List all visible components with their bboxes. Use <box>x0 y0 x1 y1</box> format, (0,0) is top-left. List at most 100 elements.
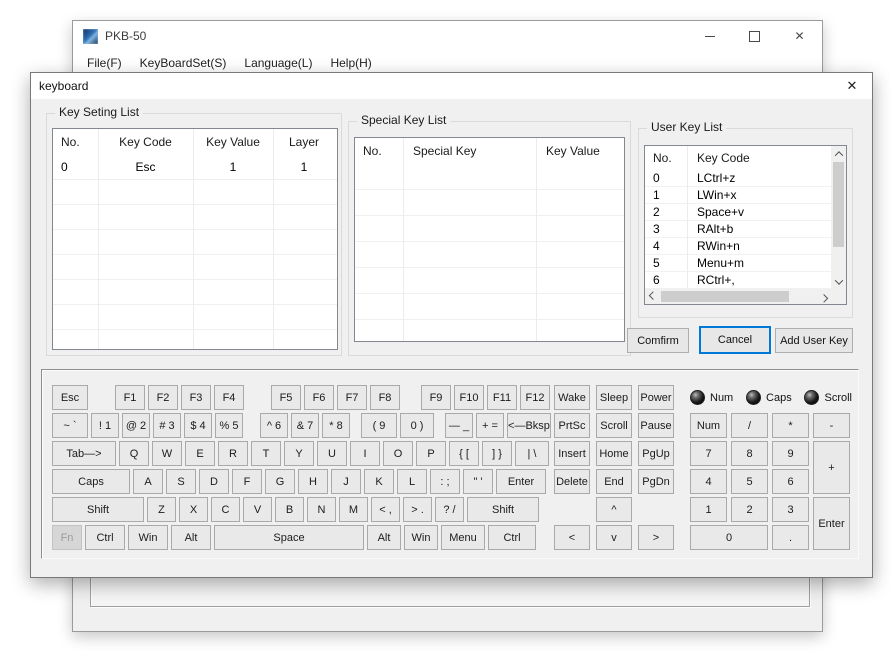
key-f4[interactable]: F4 <box>214 385 244 410</box>
key-np-6[interactable]: 6 <box>772 469 809 494</box>
key-f12[interactable]: F12 <box>520 385 550 410</box>
key-f9[interactable]: F9 <box>421 385 451 410</box>
key-f6[interactable]: F6 <box>304 385 334 410</box>
minimize-button[interactable] <box>687 21 732 51</box>
key-np-2[interactable]: 2 <box>731 497 768 522</box>
key-tab[interactable]: Tab—> <box>52 441 116 466</box>
key-2[interactable]: @ 2 <box>122 413 150 438</box>
list-item[interactable]: 1LWin+x <box>645 187 831 204</box>
menu-keyboardset[interactable]: KeyBoardSet(S) <box>131 56 236 70</box>
key-7[interactable]: & 7 <box>291 413 319 438</box>
key-k[interactable]: K <box>364 469 394 494</box>
maximize-button[interactable] <box>732 21 777 51</box>
key-np-add[interactable]: + <box>813 441 850 494</box>
key-pgup[interactable]: PgUp <box>638 441 674 466</box>
key-capslock[interactable]: Caps <box>52 469 130 494</box>
key-s[interactable]: S <box>166 469 196 494</box>
key-quote[interactable]: " ' <box>463 469 493 494</box>
close-button[interactable]: ✕ <box>777 21 822 51</box>
key-fn[interactable]: Fn <box>52 525 82 550</box>
key-lalt[interactable]: Alt <box>171 525 211 550</box>
key-lctrl[interactable]: Ctrl <box>85 525 125 550</box>
key-c[interactable]: C <box>211 497 240 522</box>
key-np-9[interactable]: 9 <box>772 441 809 466</box>
key-np-subtract[interactable]: - <box>813 413 850 438</box>
key-q[interactable]: Q <box>119 441 149 466</box>
key-np-1[interactable]: 1 <box>690 497 727 522</box>
key-power[interactable]: Power <box>638 385 674 410</box>
key-home[interactable]: Home <box>596 441 632 466</box>
key-e[interactable]: E <box>185 441 215 466</box>
key-g[interactable]: G <box>265 469 295 494</box>
scrollbar-thumb[interactable] <box>833 162 844 247</box>
key-np-0[interactable]: 0 <box>690 525 768 550</box>
key-6[interactable]: ^ 6 <box>260 413 288 438</box>
key-numlock[interactable]: Num <box>690 413 727 438</box>
key-f1[interactable]: F1 <box>115 385 145 410</box>
list-item[interactable]: 4RWin+n <box>645 238 831 255</box>
key-period[interactable]: > . <box>403 497 432 522</box>
horizontal-scrollbar[interactable] <box>645 289 831 304</box>
column-header-no[interactable]: No. <box>645 151 687 165</box>
column-header-layer[interactable]: Layer <box>273 135 335 149</box>
list-item[interactable]: 0LCtrl+z <box>645 170 831 187</box>
table-row[interactable]: 0 Esc 1 1 <box>53 155 337 180</box>
key-prtsc[interactable]: PrtSc <box>554 413 590 438</box>
key-np-multiply[interactable]: * <box>772 413 809 438</box>
key-backslash[interactable]: | \ <box>515 441 549 466</box>
key-f5[interactable]: F5 <box>271 385 301 410</box>
key-np-8[interactable]: 8 <box>731 441 768 466</box>
key-wake[interactable]: Wake <box>554 385 590 410</box>
key-np-4[interactable]: 4 <box>690 469 727 494</box>
scrollbar-thumb[interactable] <box>661 291 789 302</box>
key-insert[interactable]: Insert <box>554 441 590 466</box>
key-l[interactable]: L <box>397 469 427 494</box>
special-key-table[interactable]: No. Special Key Key Value <box>354 137 625 342</box>
menu-language[interactable]: Language(L) <box>235 56 321 70</box>
column-header-keyvalue[interactable]: Key Value <box>193 135 273 149</box>
key-arrow-left[interactable]: < <box>554 525 590 550</box>
key-rbracket[interactable]: ] } <box>482 441 512 466</box>
key-rwin[interactable]: Win <box>404 525 438 550</box>
key-lbracket[interactable]: { [ <box>449 441 479 466</box>
key-rctrl[interactable]: Ctrl <box>488 525 536 550</box>
key-x[interactable]: X <box>179 497 208 522</box>
key-np-enter[interactable]: Enter <box>813 497 850 550</box>
key-f2[interactable]: F2 <box>148 385 178 410</box>
key-np-7[interactable]: 7 <box>690 441 727 466</box>
key-semicolon[interactable]: : ; <box>430 469 460 494</box>
key-y[interactable]: Y <box>284 441 314 466</box>
key-lwin[interactable]: Win <box>128 525 168 550</box>
dialog-close-button[interactable]: ✕ <box>832 73 872 99</box>
key-3[interactable]: # 3 <box>153 413 181 438</box>
scroll-left-button[interactable] <box>645 289 660 304</box>
scroll-right-button[interactable] <box>816 289 831 304</box>
key-w[interactable]: W <box>152 441 182 466</box>
key-z[interactable]: Z <box>147 497 176 522</box>
key-scroll[interactable]: Scroll <box>596 413 632 438</box>
key-np-3[interactable]: 3 <box>772 497 809 522</box>
key-n[interactable]: N <box>307 497 336 522</box>
key-ralt[interactable]: Alt <box>367 525 401 550</box>
key-lshift[interactable]: Shift <box>52 497 144 522</box>
key-9[interactable]: ( 9 <box>361 413 397 438</box>
key-np-divide[interactable]: / <box>731 413 768 438</box>
key-menu[interactable]: Menu <box>441 525 485 550</box>
key-comma[interactable]: < , <box>371 497 400 522</box>
cancel-button[interactable]: Cancel <box>699 326 771 354</box>
list-item[interactable]: 2Space+v <box>645 204 831 221</box>
column-header-no[interactable]: No. <box>53 135 98 149</box>
column-header-keycode[interactable]: Key Code <box>98 135 193 149</box>
key-sleep[interactable]: Sleep <box>596 385 632 410</box>
key-slash[interactable]: ? / <box>435 497 464 522</box>
key-5[interactable]: % 5 <box>215 413 243 438</box>
vertical-scrollbar[interactable] <box>831 146 846 289</box>
key-space[interactable]: Space <box>214 525 364 550</box>
key-equals[interactable]: + = <box>476 413 504 438</box>
key-i[interactable]: I <box>350 441 380 466</box>
key-setting-table[interactable]: No. Key Code Key Value Layer 0 Esc 1 1 <box>52 128 338 350</box>
key-f7[interactable]: F7 <box>337 385 367 410</box>
key-t[interactable]: T <box>251 441 281 466</box>
column-header-keyvalue[interactable]: Key Value <box>536 144 624 158</box>
scroll-down-button[interactable] <box>831 274 846 289</box>
